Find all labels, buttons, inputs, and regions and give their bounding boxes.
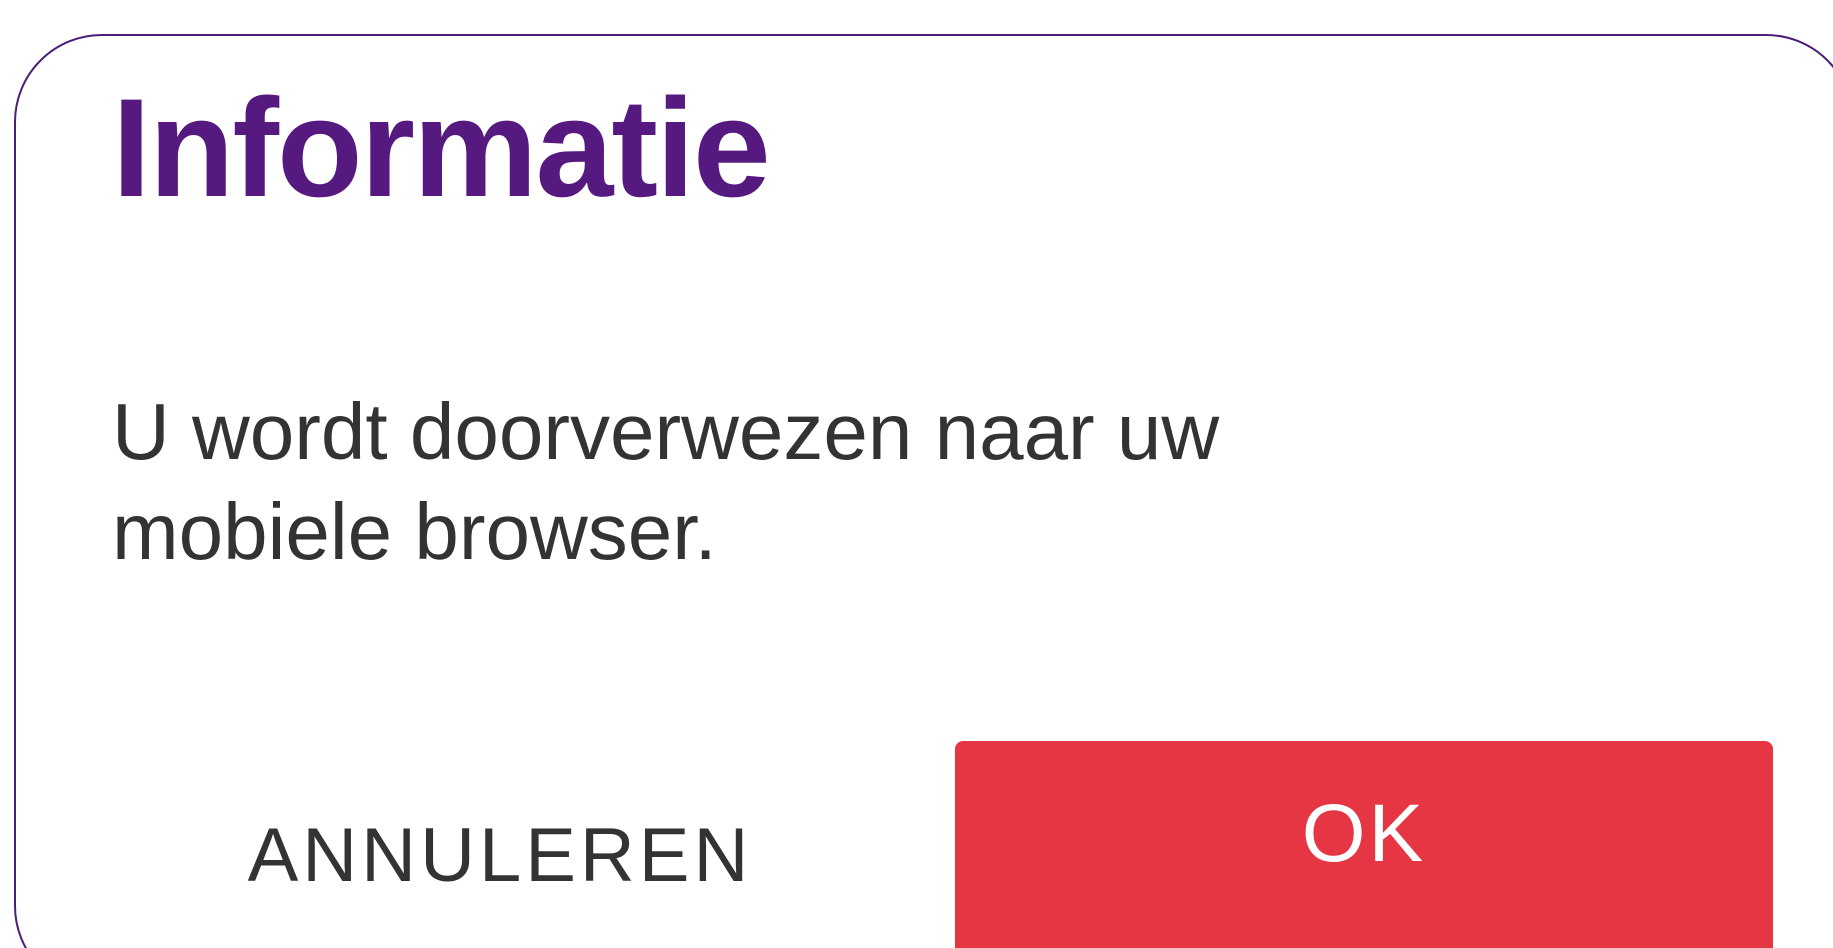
ok-button[interactable]: OK bbox=[955, 741, 1773, 948]
dialog-message: U wordt doorverwezen naar uw mobiele bro… bbox=[112, 387, 1220, 576]
cancel-button[interactable]: ANNULEREN bbox=[200, 800, 800, 910]
dialog-title: Informatie bbox=[112, 69, 771, 226]
ok-button-label: OK bbox=[1301, 788, 1427, 879]
page: Informatie U wordt doorverwezen naar uw … bbox=[0, 0, 1833, 948]
